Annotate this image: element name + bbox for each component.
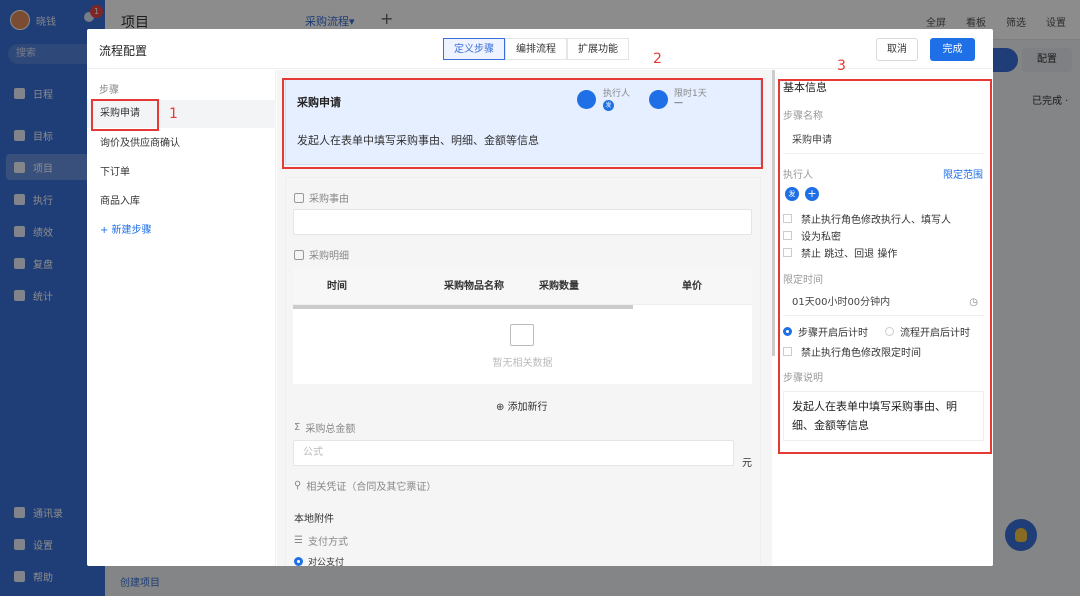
radio-step-start[interactable]: 步骤开启后计时: [783, 324, 868, 339]
label-text: 采购总金额: [305, 424, 356, 435]
checkbox-label: 禁止执行角色修改限定时间: [801, 348, 921, 359]
limit-range-link[interactable]: 限定范围: [943, 166, 983, 181]
label-text: 相关凭证（合同及其它票证）: [306, 482, 437, 493]
checkbox-label: 禁止执行角色修改执行人、填写人: [801, 215, 951, 226]
radio-dot: [783, 327, 792, 336]
table-header: 时间 采购物品名称 采购数量 单价: [293, 268, 752, 305]
form-preview: 采购事由 采购明细 时间 采购物品名称 采购数量 单价 暂无相关数据 ⊕ 添加新…: [285, 177, 761, 566]
modal-title: 流程配置: [99, 44, 148, 58]
inbox-icon: [510, 324, 534, 346]
checkbox-private[interactable]: 设为私密: [783, 228, 841, 243]
empty-text: 暂无相关数据: [492, 358, 553, 369]
checkbox-lock-time[interactable]: 禁止执行角色修改限定时间: [783, 344, 921, 359]
tab-arrange-flow[interactable]: 编排流程: [505, 38, 567, 60]
annotation-number: 1: [169, 106, 178, 122]
cancel-button[interactable]: 取消: [876, 38, 918, 61]
step-card[interactable]: 采购申请 执行人 发 限时1天 — 发起人在表单中填写采购事由、明细、金额等信息: [285, 79, 761, 165]
checkbox-box: [783, 248, 792, 257]
add-row-button[interactable]: ⊕ 添加新行: [496, 398, 548, 413]
label-text: 支付方式: [307, 537, 348, 548]
detail-field-label: 采购明细: [294, 247, 349, 262]
reason-input[interactable]: [293, 209, 752, 235]
steps-header: 步骤: [99, 85, 119, 96]
radio-label: 步骤开启后计时: [798, 328, 868, 339]
modal-header: 流程配置 定义步骤 编排流程 扩展功能 取消 完成: [87, 29, 993, 69]
time-limit-label: 限定时间: [783, 275, 823, 286]
checkbox-label: 设为私密: [801, 232, 841, 243]
annotation-number: 2: [653, 51, 662, 67]
executor-label: 执行人: [783, 170, 813, 181]
step-desc-input[interactable]: 发起人在表单中填写采购事由、明细、金额等信息: [783, 391, 984, 441]
local-attach-button[interactable]: 本地附件: [294, 510, 334, 525]
step-editor: 采购申请 执行人 发 限时1天 — 发起人在表单中填写采购事由、明细、金额等信息…: [277, 70, 772, 566]
checkbox-box: [783, 347, 792, 356]
checkbox-box: [783, 214, 792, 223]
step-item[interactable]: 询价及供应商确认: [87, 130, 276, 158]
total-field-label: Σ 采购总金额: [294, 420, 355, 435]
step-name-input[interactable]: 采购申请: [783, 127, 984, 154]
add-row-label: 添加新行: [507, 402, 548, 413]
sigma-icon: Σ: [294, 422, 301, 433]
add-executor-button[interactable]: +: [805, 187, 819, 201]
clock-icon: ◷: [969, 297, 978, 308]
column-header: 时间: [327, 281, 347, 292]
checkbox-box: [783, 231, 792, 240]
step-settings-panel: 基本信息 步骤名称 采购申请 执行人 限定范围 发 + 禁止执行角色修改执行人、…: [775, 70, 993, 566]
pay-option-radio[interactable]: 对公支付: [294, 555, 344, 566]
app: 晓钱 1 搜索 日程 目标 项目 执行 绩效 复盘 统计 通讯录 设置 帮助 项…: [0, 0, 1080, 596]
list-icon: ☰: [294, 535, 303, 546]
label-text: 采购事由: [309, 194, 349, 205]
unit-label: 元: [742, 458, 752, 469]
detail-table: 时间 采购物品名称 采购数量 单价 暂无相关数据: [293, 268, 752, 384]
modal-tabs: 定义步骤 编排流程 扩展功能: [443, 38, 629, 60]
annotation-number: 3: [837, 58, 846, 74]
calendar-icon: [649, 90, 668, 109]
total-input[interactable]: 公式: [293, 440, 734, 466]
radio-dot: [294, 557, 303, 566]
step-item[interactable]: 商品入库: [87, 188, 276, 216]
basic-info-title: 基本信息: [783, 81, 827, 94]
flow-config-modal: 流程配置 定义步骤 编排流程 扩展功能 取消 完成 步骤 采购申请 询价及供应商…: [87, 29, 993, 566]
time-limit-input[interactable]: 01天00小时00分钟内 ◷: [783, 289, 984, 316]
table-scrollbar[interactable]: [293, 305, 633, 309]
label-text: 采购明细: [309, 251, 349, 262]
add-step-button[interactable]: + 新建步骤: [87, 217, 276, 245]
text-icon: [294, 192, 304, 203]
done-button[interactable]: 完成: [930, 38, 975, 61]
deadline-value: —: [674, 98, 683, 108]
pay-field-label: ☰ 支付方式: [294, 533, 348, 548]
column-header: 采购数量: [539, 281, 579, 292]
step-name-label: 步骤名称: [783, 111, 823, 122]
radio-dot: [885, 327, 894, 336]
step-item[interactable]: 下订单: [87, 159, 276, 187]
time-limit-value: 01天00小时00分钟内: [792, 297, 891, 308]
tab-extensions[interactable]: 扩展功能: [567, 38, 629, 60]
paperclip-icon: ⚲: [294, 480, 302, 491]
radio-label: 流程开启后计时: [900, 328, 970, 339]
step-card-title: 采购申请: [297, 96, 341, 109]
step-item[interactable]: 采购申请: [87, 100, 276, 128]
checkbox-label: 禁止 跳过、回退 操作: [801, 249, 898, 260]
executor-tag: 发: [603, 100, 614, 111]
step-desc-label: 步骤说明: [783, 373, 823, 384]
table-icon: [294, 249, 304, 260]
voucher-field-label: ⚲ 相关凭证（合同及其它票证）: [294, 478, 436, 493]
radio-flow-start[interactable]: 流程开启后计时: [885, 324, 970, 339]
column-header: 单价: [682, 281, 702, 292]
user-icon: [577, 90, 596, 109]
step-card-desc: 发起人在表单中填写采购事由、明细、金额等信息: [297, 134, 539, 147]
column-header: 采购物品名称: [444, 281, 504, 292]
checkbox-no-skip[interactable]: 禁止 跳过、回退 操作: [783, 245, 897, 260]
radio-label: 对公支付: [308, 558, 345, 566]
checkbox-lock-executor[interactable]: 禁止执行角色修改执行人、填写人: [783, 211, 951, 226]
steps-list: 步骤 采购申请 询价及供应商确认 下订单 商品入库 + 新建步骤: [87, 70, 276, 566]
executor-label: 执行人: [603, 89, 631, 99]
executor-tag[interactable]: 发: [785, 187, 799, 201]
reason-field-label: 采购事由: [294, 190, 349, 205]
tab-define-steps[interactable]: 定义步骤: [443, 38, 505, 60]
